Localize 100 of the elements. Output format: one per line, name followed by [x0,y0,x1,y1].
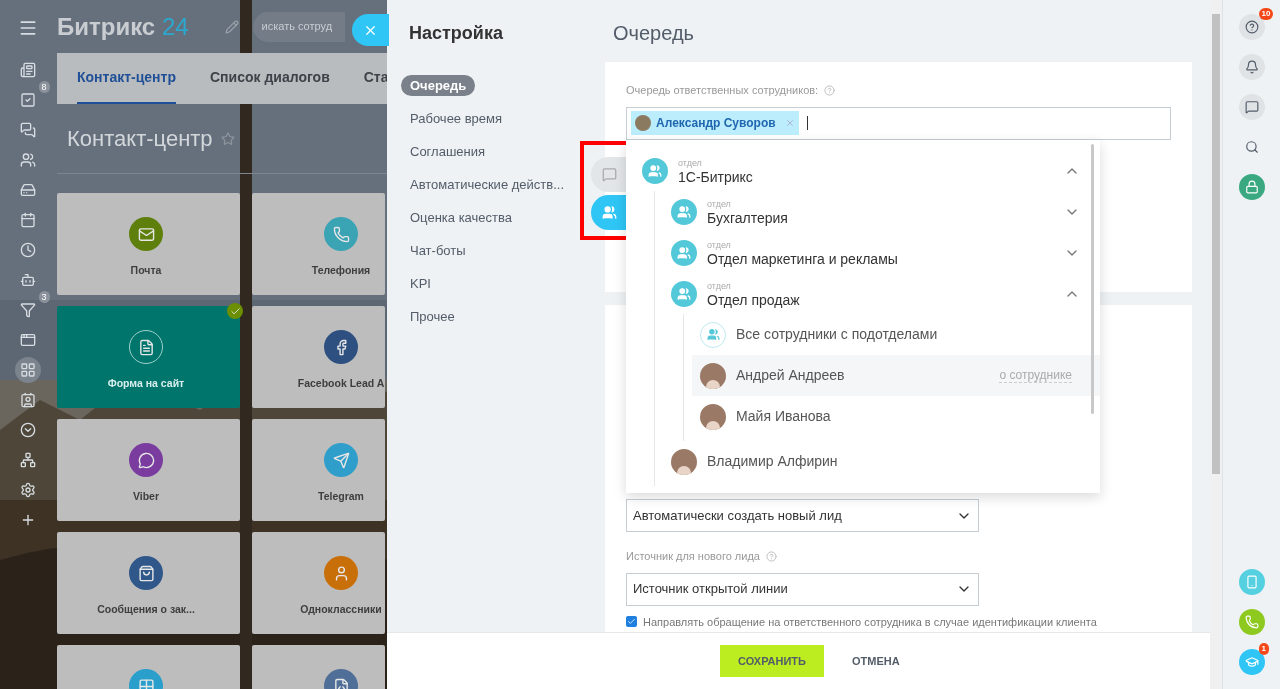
tile-label: Facebook Lead A [297,376,385,391]
avatar [635,115,651,131]
channel-tile[interactable]: Форма на сайт [57,306,240,408]
rail-button[interactable] [1238,649,1265,675]
field-label: Очередь ответственных сотрудников: [626,83,819,98]
page-title: Контакт-центр [67,125,213,153]
nav-item[interactable]: KPI [401,273,440,294]
phone-icon [1244,615,1259,629]
save-button[interactable]: СОХРАНИТЬ [720,645,824,677]
channel-tile[interactable]: Viber [57,419,240,521]
tile-label: Telegram [318,489,364,504]
section-heading: Очередь [612,21,695,46]
user-row[interactable]: Владимир Алфирин [663,441,1100,482]
department-name[interactable]: Бухгалтерия [707,209,1054,226]
news-icon [19,62,36,78]
department-name[interactable]: Отдел маркетинга и рекламы [707,250,1054,267]
rail-button[interactable] [1238,14,1265,40]
people-icon [642,157,668,184]
count-badge: 1 [1258,643,1269,655]
tab[interactable]: Список диалогов [210,67,330,104]
graduation-cap-icon [1244,655,1259,669]
nav-item[interactable]: Прочее [401,306,464,327]
chevron-down-icon [19,422,36,438]
user-row[interactable]: Андрей Андреев о сотруднике [692,355,1100,396]
logo[interactable]: Битрикс 24 [57,8,189,45]
chat-icon [601,167,617,182]
scrollbar[interactable] [1212,14,1220,474]
rail-button[interactable] [1238,54,1265,80]
channel-tile[interactable]: Сообщения о зак... [57,532,240,634]
checkbox-label: Направлять обращение на ответственного сотрудника в случае идентификации клиента [643,614,1097,630]
search-icon [1244,140,1259,154]
user-name: Андрей Андреев [736,366,846,385]
robot-icon [19,272,36,288]
chat-search-tab[interactable] [591,157,627,192]
pencil-icon[interactable] [224,19,239,34]
option-label[interactable]: Все сотрудники с подотделами [736,324,938,345]
rail-button[interactable] [1238,94,1265,120]
tile-label: Сообщения о зак... [97,602,195,617]
user-name: Майя Иванова [736,407,832,426]
star-icon[interactable] [220,131,235,146]
count-badge: 8 [38,81,50,93]
tile-label: Телефония [311,263,371,278]
item-caption: отдел [707,197,732,210]
tile-label: Одноклассники [300,602,382,617]
scrollbar[interactable] [1091,144,1094,414]
user-row[interactable]: Майя Иванова [692,396,1100,437]
item-caption: отдел [707,238,732,251]
channel-tile[interactable]: Одноклассники [252,532,385,634]
bell-icon [1244,60,1259,74]
avatar [700,403,726,430]
people-icon [671,198,697,225]
tile-label: Почта [130,263,162,278]
source-select[interactable]: Источник открытой линии [626,572,979,606]
count-badge: 10 [1258,8,1274,20]
nav-item[interactable]: Чат-боты [401,240,475,261]
avatar [671,448,697,475]
tile-label: Форма на сайт [107,376,185,391]
channel-tile[interactable]: Почта [57,193,240,295]
people-icon [671,280,697,307]
people-icon [671,239,697,266]
clock-icon [19,242,36,258]
department-name[interactable]: Отдел продаж [707,291,1054,308]
channel-tile[interactable]: Facebook Lead A [252,306,385,408]
cancel-button[interactable]: ОТМЕНА [833,645,918,677]
lock-icon [1244,180,1259,194]
item-caption: отдел [678,156,703,169]
input-field[interactable]: Александр Суворов [626,106,1171,140]
calendar-icon [19,212,36,228]
settings-icon [19,482,36,498]
drive-icon [19,182,36,198]
task-icon [19,92,36,108]
field-label: Источник для нового лида [626,549,760,564]
rail-button[interactable] [1238,174,1265,200]
tile-label: Viber [132,489,160,504]
department-name[interactable]: 1С-Битрикс [678,168,1054,185]
people-icon [19,152,36,168]
checkbox[interactable] [626,616,637,628]
departments-tab[interactable] [591,195,627,230]
nav-item[interactable]: Оценка качества [401,207,521,228]
avatar [700,362,726,389]
tab[interactable]: Контакт-центр [77,67,176,104]
filter-icon [19,302,36,318]
lead-select[interactable]: Автоматически создать новый лид [626,499,979,532]
people-icon [601,205,617,220]
channel-tile[interactable]: Телефония [252,193,385,295]
user-name: Владимир Алфирин [707,452,839,471]
channel-tile[interactable]: Telegram [252,419,385,521]
close-button[interactable] [352,14,389,46]
nav-item[interactable]: Рабочее время [401,108,512,129]
nav-item[interactable]: Соглашения [401,141,495,162]
smartphone-icon [1244,575,1259,589]
person-tag[interactable]: Александр Суворов [631,111,799,135]
contact-card-icon [19,392,36,408]
help-icon [1244,20,1259,34]
item-caption: отдел [707,279,732,292]
network-icon [19,452,36,468]
chat-icon [1244,100,1259,114]
nav-item[interactable]: Автоматические действ... [401,174,573,195]
nav-item[interactable]: Очередь [401,75,476,96]
chat-icon [19,122,36,138]
